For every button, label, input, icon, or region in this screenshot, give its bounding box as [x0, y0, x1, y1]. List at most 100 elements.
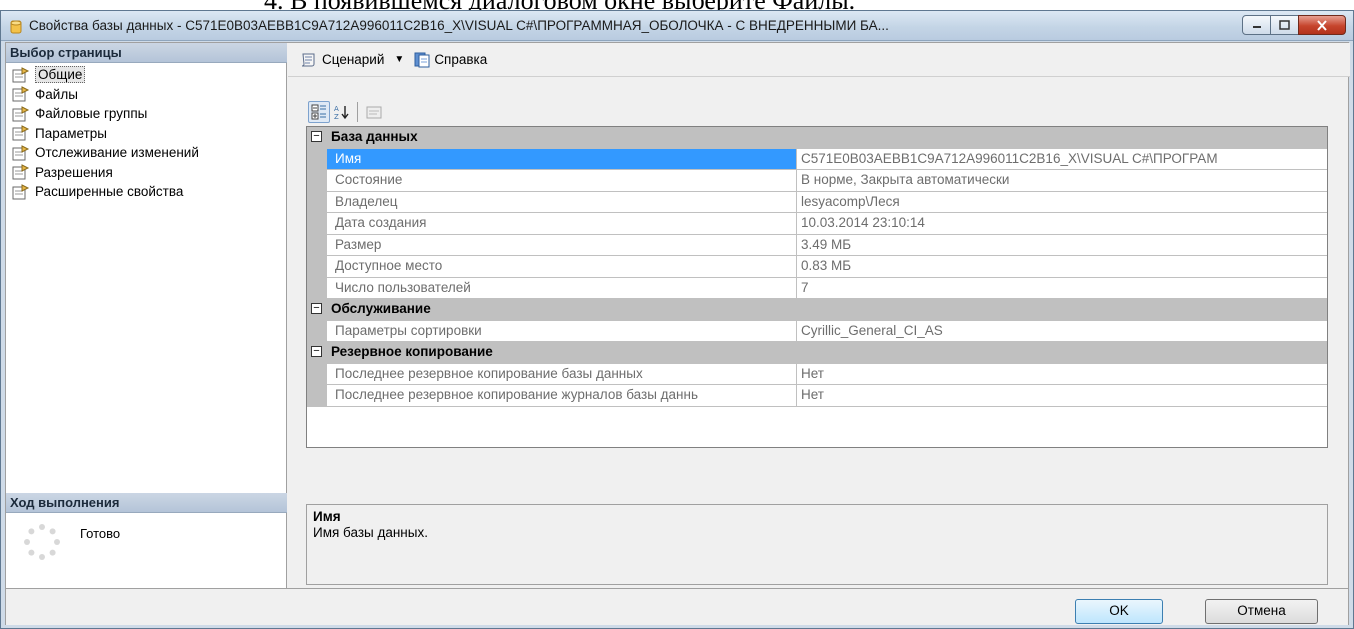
cancel-button[interactable]: Отмена [1205, 599, 1318, 624]
property-row[interactable]: Владелец lesyacomp\Леся [307, 191, 1327, 213]
category-label: Обслуживание [331, 301, 431, 316]
maximize-button[interactable] [1270, 15, 1299, 35]
page-item-permissions[interactable]: Разрешения [12, 163, 203, 183]
page-selector-header: Выбор страницы [6, 43, 287, 63]
script-icon [301, 53, 315, 66]
page-icon [12, 86, 30, 102]
toolbar-separator [357, 102, 358, 122]
help-icon [414, 52, 430, 67]
categorized-icon [311, 104, 326, 120]
property-name: Последнее резервное копирование базы дан… [327, 363, 797, 385]
property-name: Размер [327, 234, 797, 256]
page-item-label: Разрешения [35, 164, 113, 180]
property-row[interactable]: Последнее резервное копирование журналов… [307, 385, 1327, 407]
property-row[interactable]: Параметры сортировки Cyrillic_General_CI… [307, 320, 1327, 342]
page-icon [12, 66, 30, 83]
maximize-icon [1279, 20, 1290, 30]
right-pane: Сценарий ▼ Справка A Z − База данных Имя… [288, 43, 1350, 588]
category-row[interactable]: − Резервное копирование [307, 342, 1327, 364]
property-pages-icon [366, 106, 382, 119]
property-value[interactable]: Нет [797, 385, 1327, 407]
minimize-button[interactable] [1242, 15, 1271, 35]
property-row[interactable]: Число пользователей 7 [307, 277, 1327, 299]
category-row[interactable]: − Обслуживание [307, 299, 1327, 321]
description-title: Имя [313, 509, 341, 524]
title-bar[interactable]: Свойства базы данных - C571E0B03AEBB1C9A… [1, 11, 1353, 41]
left-pane: Выбор страницы Общие Файлы Файловые груп… [6, 43, 287, 588]
main-toolbar: Сценарий ▼ Справка [288, 43, 1350, 77]
database-icon [10, 20, 22, 34]
ok-button[interactable]: OK [1075, 599, 1163, 624]
svg-text:Z: Z [334, 113, 339, 120]
collapse-icon[interactable]: − [311, 346, 322, 357]
property-row[interactable]: Доступное место 0.83 МБ [307, 256, 1327, 278]
script-label: Сценарий [322, 52, 385, 67]
property-row[interactable]: Состояние В норме, Закрыта автоматически [307, 170, 1327, 192]
property-value[interactable]: В норме, Закрыта автоматически [797, 170, 1327, 192]
property-row[interactable]: Последнее резервное копирование базы дан… [307, 363, 1327, 385]
page-item-label: Параметры [35, 125, 107, 141]
dialog-client: Выбор страницы Общие Файлы Файловые груп… [5, 42, 1350, 625]
property-pages-button[interactable] [363, 101, 385, 123]
svg-text:A: A [334, 105, 339, 113]
page-item-filegroups[interactable]: Файловые группы [12, 104, 203, 124]
property-value[interactable]: 3.49 МБ [797, 235, 1327, 256]
property-value[interactable]: lesyacomp\Леся [797, 192, 1327, 213]
property-value[interactable]: Cyrillic_General_CI_AS [797, 321, 1327, 342]
script-dropdown-icon[interactable]: ▼ [394, 54, 404, 65]
category-label: Резервное копирование [331, 344, 493, 359]
progress-section: Ход выполнения Готово [6, 493, 287, 588]
property-value[interactable]: C571E0B03AEBB1C9A712A996011C2B16_X\VISUA… [797, 149, 1327, 170]
page-icon [12, 183, 30, 200]
property-value[interactable]: 10.03.2014 23:10:14 [797, 213, 1327, 235]
property-row[interactable]: Размер 3.49 МБ [307, 234, 1327, 256]
spinner-icon [24, 524, 60, 560]
description-text: Имя базы данных. [313, 525, 428, 540]
property-name: Имя [327, 148, 797, 170]
property-grid-toolbar: A Z [308, 101, 385, 123]
property-value[interactable]: 7 [797, 278, 1327, 299]
help-label: Справка [434, 52, 488, 67]
page-list: Общие Файлы Файловые группы Параметры От… [12, 65, 203, 202]
property-name: Дата создания [327, 213, 797, 235]
property-name: Параметры сортировки [327, 320, 797, 342]
description-panel: Имя Имя базы данных. [306, 504, 1328, 585]
page-icon [12, 125, 30, 141]
categorized-button[interactable] [308, 101, 330, 123]
property-name: Доступное место [327, 256, 797, 278]
collapse-icon[interactable]: − [311, 303, 322, 314]
property-row[interactable]: Имя C571E0B03AEBB1C9A712A996011C2B16_X\V… [307, 148, 1327, 170]
page-item-label: Отслеживание изменений [35, 145, 199, 161]
page-icon [12, 144, 30, 161]
progress-status: Готово [80, 526, 121, 541]
page-icon [12, 164, 30, 180]
page-item-label: Общие [35, 66, 86, 84]
close-button[interactable] [1298, 15, 1346, 35]
page-icon [12, 105, 30, 122]
close-icon [1317, 19, 1327, 31]
category-label: База данных [331, 129, 418, 144]
page-item-label: Расширенные свойства [35, 184, 184, 200]
property-value[interactable]: 0.83 МБ [797, 256, 1327, 278]
database-properties-window: Свойства базы данных - C571E0B03AEBB1C9A… [0, 10, 1354, 629]
property-row[interactable]: Дата создания 10.03.2014 23:10:14 [307, 213, 1327, 235]
alphabetical-button[interactable]: A Z [330, 101, 352, 123]
property-value[interactable]: Нет [797, 364, 1327, 385]
property-name: Состояние [327, 170, 797, 192]
button-bar: OK Отмена [6, 588, 1348, 625]
page-item-options[interactable]: Параметры [12, 124, 203, 144]
page-item-label: Файлы [35, 86, 78, 102]
help-button[interactable]: Справка [414, 52, 487, 68]
window-title: Свойства базы данных - C571E0B03AEBB1C9A… [29, 18, 889, 33]
minimize-icon [1252, 26, 1261, 28]
collapse-icon[interactable]: − [311, 131, 322, 142]
property-name: Владелец [327, 191, 797, 213]
page-item-change-tracking[interactable]: Отслеживание изменений [12, 143, 203, 163]
category-row[interactable]: − База данных [307, 127, 1327, 149]
page-item-extended-properties[interactable]: Расширенные свойства [12, 182, 203, 202]
page-item-label: Файловые группы [35, 106, 148, 122]
page-item-general[interactable]: Общие [12, 65, 203, 85]
sort-alphabetical-icon: A Z [334, 105, 349, 120]
page-item-files[interactable]: Файлы [12, 85, 203, 105]
script-button[interactable]: Сценарий ▼ [300, 52, 404, 68]
